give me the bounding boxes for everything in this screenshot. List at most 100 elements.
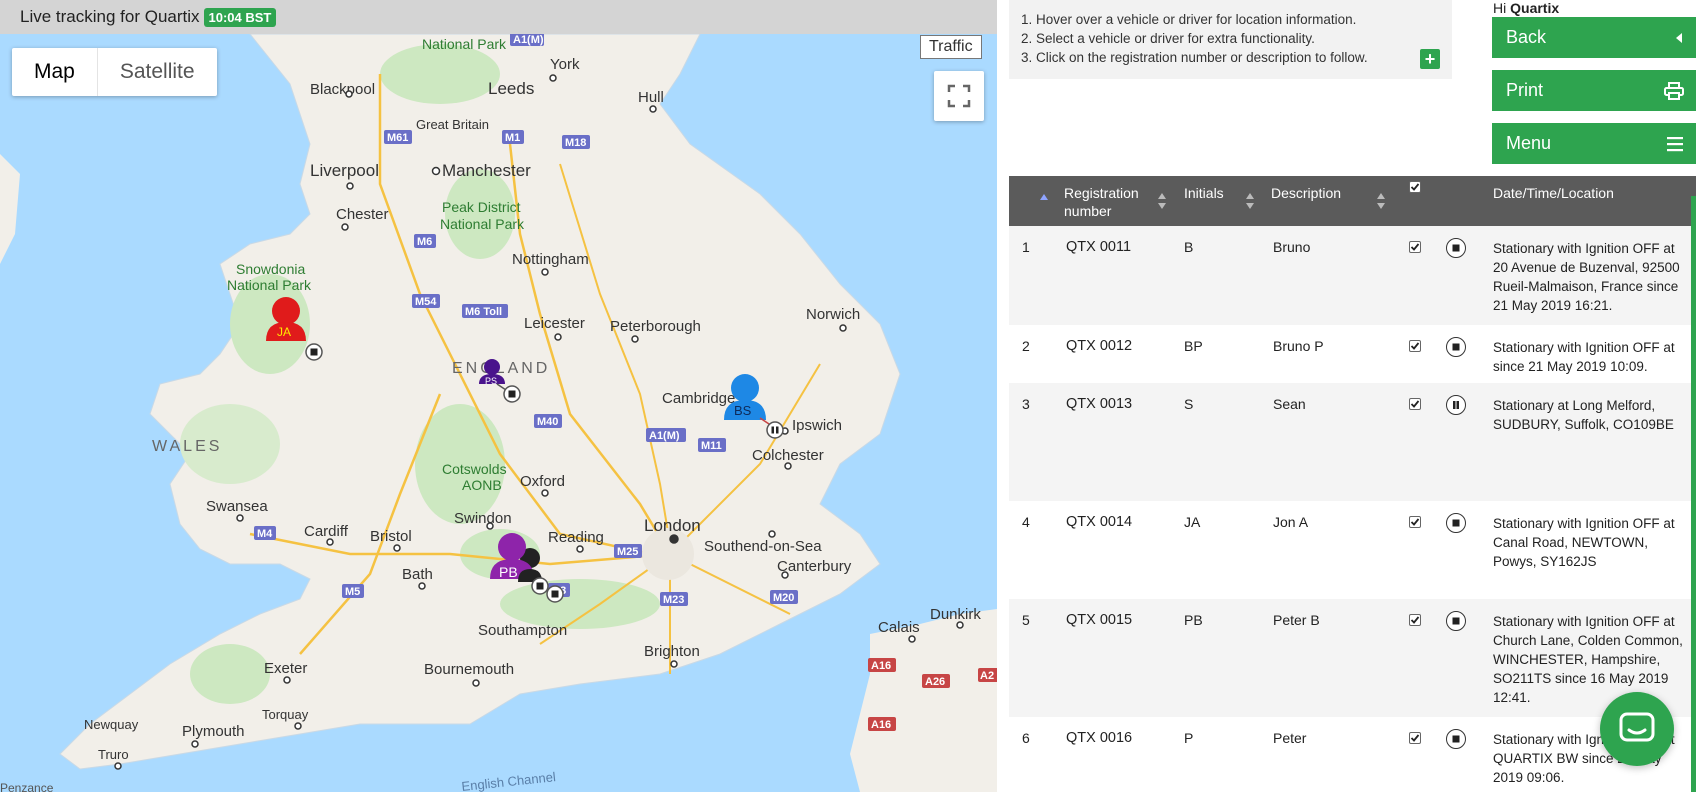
stop-icon[interactable] — [1446, 513, 1466, 533]
label-newquay: Newquay — [84, 717, 139, 732]
shield-a16: A16 — [871, 660, 891, 672]
header-initials[interactable]: Initials — [1184, 184, 1224, 202]
table-row[interactable]: 6 QTX 0016 P Peter Stationary with Ignition … — [1009, 717, 1696, 787]
marker-pb-label: PB — [499, 564, 518, 580]
table-row[interactable]: 4 QTX 0014 JA Jon A Stationary with Ignition… — [1009, 501, 1696, 599]
header-description[interactable]: Description — [1271, 184, 1341, 202]
instruction-1: 1. Hover over a vehicle or driver for lo… — [1021, 12, 1357, 27]
row-index: 4 — [1022, 514, 1030, 530]
instruction-2: 2. Select a vehicle or driver for extra … — [1021, 31, 1315, 46]
label-london: London — [644, 516, 701, 535]
location-cell: Stationary with Ignition OFF at Canal Roa… — [1493, 514, 1693, 571]
label-cardiff: Cardiff — [304, 523, 349, 540]
sort-registration-icon[interactable] — [1157, 191, 1167, 211]
label-reading: Reading — [548, 529, 604, 546]
label-bath: Bath — [402, 566, 433, 583]
shield-m6: M6 — [417, 236, 432, 248]
fullscreen-button[interactable] — [934, 71, 984, 121]
table-row[interactable]: 3 QTX 0013 S Sean Stationary at Long Melford… — [1009, 383, 1696, 501]
label-leeds: Leeds — [488, 79, 534, 98]
side-panel: 1. Hover over a vehicle or driver for lo… — [997, 0, 1696, 792]
label-snowdonia-2: National Park — [227, 277, 312, 293]
back-button[interactable]: Back — [1492, 17, 1696, 58]
location-line: 20 Avenue de Buzenval, 92500 — [1493, 260, 1680, 275]
label-great-britain: Great Britain — [416, 117, 489, 132]
table-scrollbar[interactable] — [1691, 196, 1696, 792]
shield-m25: M25 — [617, 546, 638, 558]
header-registration[interactable]: Registration number — [1064, 184, 1139, 220]
table-row[interactable]: 5 QTX 0015 PB Peter B Stationary with Igniti… — [1009, 599, 1696, 717]
location-line: Stationary with Ignition OFF at — [1493, 241, 1675, 256]
description-link[interactable]: Peter B — [1273, 612, 1393, 628]
location-line: SO211TS since 16 May 2019 — [1493, 671, 1669, 686]
marker-bs-label: BS — [734, 403, 752, 418]
map-canvas[interactable]: National Park York Leeds Blackpool Hull … — [0, 34, 997, 792]
registration-link[interactable]: QTX 0013 — [1066, 396, 1166, 412]
row-checkbox[interactable] — [1409, 516, 1421, 528]
label-peterborough: Peterborough — [610, 318, 701, 335]
description-link[interactable]: Bruno — [1273, 239, 1393, 255]
registration-link[interactable]: QTX 0014 — [1066, 514, 1166, 530]
location-cell: Stationary at Long Melford, SUDBURY, Suff… — [1493, 396, 1693, 434]
shield-m1: M1 — [505, 132, 520, 144]
label-swansea: Swansea — [206, 498, 268, 515]
time-badge: 10:04 BST — [203, 7, 277, 27]
pause-icon[interactable] — [1446, 395, 1466, 415]
registration-link[interactable]: QTX 0016 — [1066, 730, 1166, 746]
registration-link[interactable]: QTX 0015 — [1066, 612, 1166, 628]
app-root: Live tracking for Quartix 10:04 BST Nati… — [0, 0, 1696, 792]
table-header: Registration number Initials Description… — [1009, 176, 1696, 226]
table-row[interactable]: 1 QTX 0011 B Bruno Stationary with Ignition … — [1009, 226, 1696, 325]
location-line: SUDBURY, Suffolk, CO109BE — [1493, 417, 1674, 432]
label-nottingham: Nottingham — [512, 251, 589, 268]
location-line: since 21 May 2019 10:09. — [1493, 359, 1648, 374]
sort-description-icon[interactable] — [1376, 191, 1386, 211]
label-wales: WALES — [152, 438, 222, 455]
row-index: 1 — [1022, 239, 1030, 255]
label-calais: Calais — [878, 619, 920, 636]
row-checkbox[interactable] — [1409, 340, 1421, 352]
sort-asc-icon[interactable] — [1039, 191, 1049, 211]
map-panel: Live tracking for Quartix 10:04 BST Nati… — [0, 0, 997, 792]
stop-icon[interactable] — [1446, 238, 1466, 258]
stop-icon[interactable] — [1446, 729, 1466, 749]
stop-icon[interactable] — [1446, 337, 1466, 357]
header-datetime[interactable]: Date/Time/Location — [1493, 184, 1614, 202]
print-button[interactable]: Print — [1492, 70, 1696, 111]
registration-link[interactable]: QTX 0011 — [1066, 239, 1166, 255]
row-checkbox[interactable] — [1409, 241, 1421, 253]
label-leicester: Leicester — [524, 315, 585, 332]
shield-m54: M54 — [415, 296, 437, 308]
fullscreen-icon — [947, 84, 971, 108]
stop-icon[interactable] — [1446, 611, 1466, 631]
row-checkbox[interactable] — [1409, 398, 1421, 410]
label-peak-district-1: Peak District — [442, 199, 521, 215]
description-link[interactable]: Jon A — [1273, 514, 1393, 530]
description-link[interactable]: Sean — [1273, 396, 1393, 412]
location-line: 21 May 2019 16:21. — [1493, 298, 1613, 313]
row-index: 5 — [1022, 612, 1030, 628]
label-chester: Chester — [336, 206, 389, 223]
initials-cell: PB — [1184, 612, 1203, 628]
label-manchester: Manchester — [442, 161, 531, 180]
table-row[interactable]: 2 QTX 0012 BP Bruno P Stationary with Igniti… — [1009, 325, 1696, 383]
label-torquay: Torquay — [262, 707, 309, 722]
description-link[interactable]: Peter — [1273, 730, 1393, 746]
sort-initials-icon[interactable] — [1245, 191, 1255, 211]
map-type-map-button[interactable]: Map — [12, 48, 98, 96]
select-all-checkbox[interactable] — [1409, 181, 1421, 193]
expand-plus-icon[interactable]: + — [1420, 49, 1440, 69]
shield-m18: M18 — [565, 137, 586, 149]
registration-link[interactable]: QTX 0012 — [1066, 338, 1166, 354]
map-type-satellite-button[interactable]: Satellite — [98, 48, 217, 96]
traffic-button[interactable]: Traffic — [920, 35, 982, 59]
caret-left-icon — [1674, 32, 1684, 44]
description-link[interactable]: Bruno P — [1273, 338, 1393, 354]
table-body: 1 QTX 0011 B Bruno Stationary with Ignition … — [1009, 226, 1696, 787]
row-checkbox[interactable] — [1409, 732, 1421, 744]
hamburger-icon — [1666, 136, 1684, 152]
chat-button[interactable] — [1600, 692, 1674, 766]
menu-button[interactable]: Menu — [1492, 123, 1696, 164]
row-checkbox[interactable] — [1409, 614, 1421, 626]
user-greeting: Hi Quartix — [1493, 0, 1559, 16]
